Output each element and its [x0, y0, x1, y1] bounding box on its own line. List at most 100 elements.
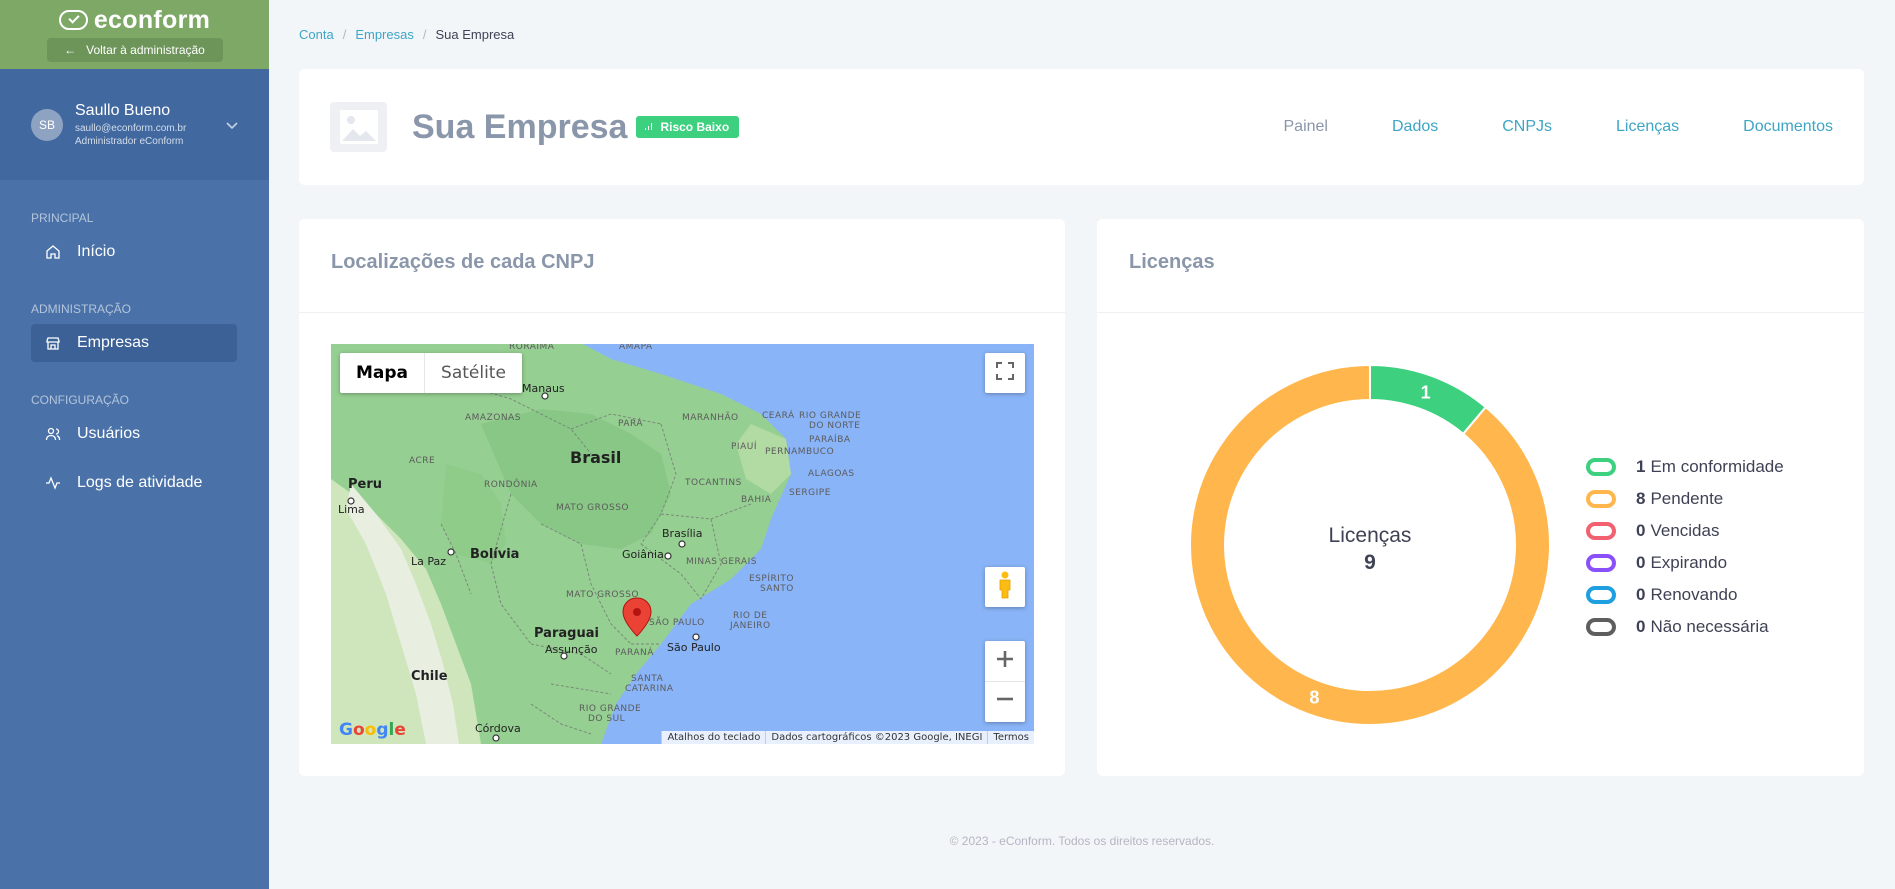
sidebar-item-label: Empresas	[77, 334, 150, 351]
map-label: PIAUÍ	[731, 442, 757, 452]
sidebar: econform ← Voltar à administração SB Sau…	[0, 0, 269, 889]
map-label: RIO DE	[733, 611, 768, 621]
map-label: Bolívia	[470, 547, 520, 562]
footer: © 2023 - eConform. Todos os direitos res…	[949, 834, 1215, 848]
sidebar-item-label: Usuários	[77, 425, 141, 442]
legend-item-4[interactable]: 0 Renovando	[1586, 579, 1784, 611]
map-label: Peru	[348, 477, 383, 492]
map-label: RORAIMA	[509, 344, 555, 352]
user-name: Saullo Bueno	[75, 101, 171, 119]
map-label: Córdova	[475, 722, 521, 735]
map-type-control: Mapa Satélite	[340, 353, 522, 393]
google-logo[interactable]: Google	[339, 720, 406, 740]
legend-label: Expirando	[1650, 553, 1728, 572]
fullscreen-button[interactable]	[985, 353, 1025, 393]
map[interactable]: RORAIMA AMAPÁ Manaus AMAZONAS PARÁ MARAN…	[331, 344, 1034, 744]
map-label: SANTA	[631, 674, 664, 684]
chart-legend: 1 Em conformidade 8 Pendente 0 Vencidas 0 Expir…	[1586, 451, 1784, 643]
sidebar-item-label: Início	[77, 243, 116, 260]
map-label: Brasília	[662, 527, 703, 540]
legend-label: Em conformidade	[1650, 457, 1784, 476]
legend-value: 0	[1636, 585, 1646, 604]
map-label: DO NORTE	[809, 421, 861, 431]
legend-value: 0	[1636, 521, 1646, 540]
map-label: BAHIA	[741, 495, 772, 505]
tab-painel[interactable]: Painel	[1284, 118, 1328, 136]
map-data-attribution: Dados cartográficos ©2023 Google, INEGI	[765, 731, 987, 744]
map-label: MATO GROSSO	[566, 590, 639, 600]
map-label: SÃO PAULO	[649, 618, 705, 628]
sidebar-item-inicio[interactable]: Início	[31, 233, 237, 271]
legend-swatch	[1586, 490, 1616, 508]
sidebar-item-logs[interactable]: Logs de atividade	[31, 464, 237, 502]
zoom-in-button[interactable]	[985, 642, 1025, 682]
map-label: DO SUL	[588, 714, 626, 724]
map-label: MARANHÃO	[682, 413, 739, 423]
user-menu[interactable]: SB Saullo Bueno saullo@econform.com.br A…	[0, 69, 269, 180]
legend-item-2[interactable]: 0 Vencidas	[1586, 515, 1784, 547]
map-label: RIO GRANDE	[799, 411, 862, 421]
breadcrumb-empresas[interactable]: Empresas	[355, 27, 414, 42]
map-label: RIO GRANDE	[579, 704, 642, 714]
terms-link[interactable]: Termos	[987, 731, 1034, 744]
map-label: Paraguai	[534, 626, 599, 641]
risk-label: Risco Baixo	[660, 120, 730, 134]
chevron-down-icon[interactable]	[226, 117, 238, 133]
map-label: Assunção	[545, 643, 598, 656]
map-type-map-button[interactable]: Mapa	[340, 353, 426, 393]
tab-licencas[interactable]: Licenças	[1616, 118, 1679, 136]
avatar: SB	[31, 108, 63, 141]
map-label: São Paulo	[667, 641, 721, 654]
breadcrumb-conta[interactable]: Conta	[299, 27, 334, 42]
back-to-admin-button[interactable]: ← Voltar à administração	[46, 38, 223, 62]
legend-swatch	[1586, 618, 1616, 636]
pegman-icon	[997, 571, 1013, 604]
tab-dados[interactable]: Dados	[1392, 118, 1438, 136]
sidebar-item-usuarios[interactable]: Usuários	[31, 415, 237, 453]
legend-item-5[interactable]: 0 Não necessária	[1586, 611, 1784, 643]
donut-center-label: Licenças	[1329, 524, 1412, 547]
street-view-pegman-button[interactable]	[985, 567, 1025, 607]
legend-swatch	[1586, 458, 1616, 476]
legend-label: Não necessária	[1650, 617, 1769, 636]
fullscreen-icon	[996, 361, 1014, 385]
brand-name: econform	[93, 6, 211, 34]
company-header: Sua Empresa Risco Baixo Painel Dados CNP…	[299, 69, 1864, 185]
map-label: SANTO	[760, 584, 794, 594]
keyboard-shortcuts-link[interactable]: Atalhos do teclado	[661, 731, 765, 744]
user-email: saullo@econform.com.br	[75, 122, 187, 134]
tab-documentos[interactable]: Documentos	[1743, 118, 1833, 136]
map-label: AMAPÁ	[619, 344, 653, 352]
map-label: AMAZONAS	[465, 413, 521, 423]
logo[interactable]: econform	[58, 6, 211, 34]
legend-item-3[interactable]: 0 Expirando	[1586, 547, 1784, 579]
legend-item-1[interactable]: 8 Pendente	[1586, 483, 1784, 515]
zoom-out-button[interactable]	[985, 682, 1025, 722]
map-label: CEARÁ	[762, 411, 795, 421]
legend-value: 1	[1636, 457, 1646, 476]
map-label: SERGIPE	[789, 488, 831, 498]
map-label: TOCANTINS	[685, 478, 742, 488]
map-terrain	[331, 344, 1034, 744]
map-type-satellite-button[interactable]: Satélite	[425, 353, 522, 393]
licenses-card: Licenças 18 Licenças 9 1 Em conformidade 8…	[1097, 219, 1864, 776]
company-tabs: Painel Dados CNPJs Licenças Documentos	[1284, 118, 1834, 136]
map-card: Localizações de cada CNPJ RORAIMA AMAPÁ …	[299, 219, 1065, 776]
legend-item-0[interactable]: 1 Em conformidade	[1586, 451, 1784, 483]
map-label: ALAGOAS	[808, 469, 855, 479]
map-label: JANEIRO	[730, 621, 771, 631]
sidebar-item-empresas[interactable]: Empresas	[31, 324, 237, 362]
signal-icon	[644, 120, 654, 134]
risk-badge: Risco Baixo	[636, 116, 740, 138]
map-label: ACRE	[409, 456, 436, 466]
map-label: PARÁ	[618, 419, 644, 429]
map-label: PERNAMBUCO	[765, 447, 835, 457]
map-label: La Paz	[411, 555, 447, 568]
donut-slice-label-0: 1	[1421, 382, 1431, 402]
breadcrumb: Conta / Empresas / Sua Empresa	[299, 27, 514, 42]
tab-cnpjs[interactable]: CNPJs	[1502, 118, 1552, 136]
map-label: PARANÁ	[615, 648, 654, 658]
card-divider	[299, 312, 1065, 313]
zoom-control	[985, 641, 1025, 722]
home-icon	[45, 244, 61, 260]
